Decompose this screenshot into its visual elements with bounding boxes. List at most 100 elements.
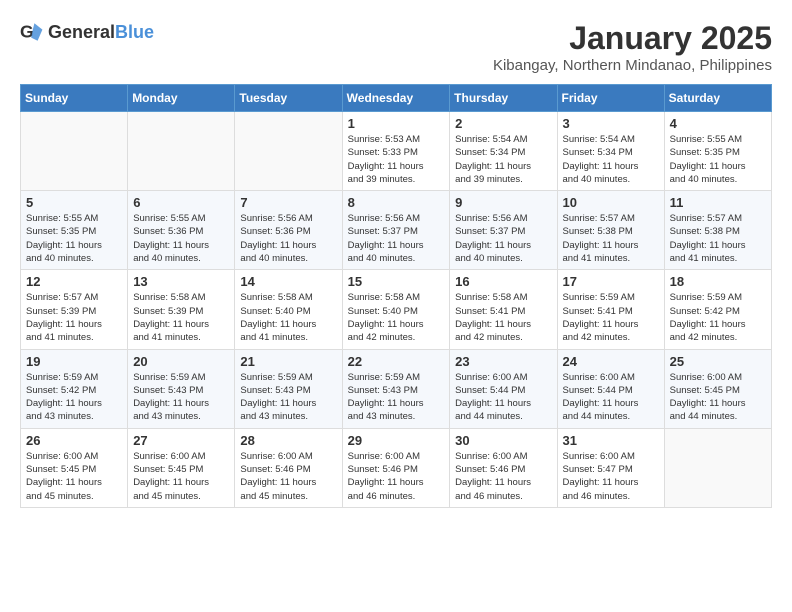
calendar-cell: 15Sunrise: 5:58 AM Sunset: 5:40 PM Dayli… xyxy=(342,270,450,349)
calendar-cell: 13 Sunrise: 5:58 AM Sunset: 5:39 PM Dayli… xyxy=(128,270,235,349)
calendar-week-row: 12Sunrise: 5:57 AM Sunset: 5:39 PM Dayli… xyxy=(21,270,772,349)
day-info: Sunrise: 5:59 AM Sunset: 5:43 PM Dayligh… xyxy=(348,371,445,424)
calendar-cell: 1Sunrise: 5:53 AM Sunset: 5:33 PM Daylig… xyxy=(342,112,450,191)
calendar-cell: 5 Sunrise: 5:55 AM Sunset: 5:35 PM Daylig… xyxy=(21,191,128,270)
day-info: Sunrise: 6:00 AM Sunset: 5:46 PM Dayligh… xyxy=(240,450,336,503)
calendar-cell: 2 Sunrise: 5:54 AM Sunset: 5:34 PM Daylig… xyxy=(450,112,557,191)
calendar-cell: 3 Sunrise: 5:54 AM Sunset: 5:34 PM Daylig… xyxy=(557,112,664,191)
day-number: 4 xyxy=(670,116,766,131)
day-number: 26 xyxy=(26,433,122,448)
day-info: Sunrise: 5:58 AM Sunset: 5:40 PM Dayligh… xyxy=(348,291,445,344)
calendar-cell xyxy=(21,112,128,191)
day-number: 13 xyxy=(133,274,229,289)
day-number: 17 xyxy=(563,274,659,289)
day-number: 2 xyxy=(455,116,551,131)
day-number: 7 xyxy=(240,195,336,210)
day-info: Sunrise: 5:53 AM Sunset: 5:33 PM Dayligh… xyxy=(348,133,445,186)
day-info: Sunrise: 5:58 AM Sunset: 5:39 PM Dayligh… xyxy=(133,291,229,344)
calendar-week-row: 26 Sunrise: 6:00 AM Sunset: 5:45 PM Dayli… xyxy=(21,428,772,507)
day-number: 12 xyxy=(26,274,122,289)
day-info: Sunrise: 6:00 AM Sunset: 5:46 PM Dayligh… xyxy=(455,450,551,503)
logo-general: General xyxy=(48,22,115,42)
day-info: Sunrise: 6:00 AM Sunset: 5:47 PM Dayligh… xyxy=(563,450,659,503)
day-info: Sunrise: 5:55 AM Sunset: 5:35 PM Dayligh… xyxy=(26,212,122,265)
day-number: 23 xyxy=(455,354,551,369)
calendar-cell xyxy=(664,428,771,507)
calendar-cell: 16 Sunrise: 5:58 AM Sunset: 5:41 PM Dayli… xyxy=(450,270,557,349)
calendar-cell: 20 Sunrise: 5:59 AM Sunset: 5:43 PM Dayli… xyxy=(128,349,235,428)
weekday-header-wednesday: Wednesday xyxy=(342,85,450,112)
day-number: 28 xyxy=(240,433,336,448)
day-number: 10 xyxy=(563,195,659,210)
calendar-table: SundayMondayTuesdayWednesdayThursdayFrid… xyxy=(20,84,772,508)
day-number: 30 xyxy=(455,433,551,448)
day-number: 16 xyxy=(455,274,551,289)
day-info: Sunrise: 5:59 AM Sunset: 5:43 PM Dayligh… xyxy=(240,371,336,424)
weekday-header-row: SundayMondayTuesdayWednesdayThursdayFrid… xyxy=(21,85,772,112)
day-info: Sunrise: 6:00 AM Sunset: 5:45 PM Dayligh… xyxy=(26,450,122,503)
day-number: 6 xyxy=(133,195,229,210)
calendar-cell: 31 Sunrise: 6:00 AM Sunset: 5:47 PM Dayli… xyxy=(557,428,664,507)
day-number: 18 xyxy=(670,274,766,289)
weekday-header-friday: Friday xyxy=(557,85,664,112)
weekday-header-tuesday: Tuesday xyxy=(235,85,342,112)
day-number: 11 xyxy=(670,195,766,210)
day-number: 9 xyxy=(455,195,551,210)
weekday-header-saturday: Saturday xyxy=(664,85,771,112)
day-info: Sunrise: 6:00 AM Sunset: 5:44 PM Dayligh… xyxy=(563,371,659,424)
day-number: 3 xyxy=(563,116,659,131)
calendar-cell: 26 Sunrise: 6:00 AM Sunset: 5:45 PM Dayli… xyxy=(21,428,128,507)
day-number: 8 xyxy=(348,195,445,210)
day-info: Sunrise: 5:59 AM Sunset: 5:43 PM Dayligh… xyxy=(133,371,229,424)
day-info: Sunrise: 5:56 AM Sunset: 5:36 PM Dayligh… xyxy=(240,212,336,265)
calendar-cell: 21Sunrise: 5:59 AM Sunset: 5:43 PM Dayli… xyxy=(235,349,342,428)
calendar-week-row: 1Sunrise: 5:53 AM Sunset: 5:33 PM Daylig… xyxy=(21,112,772,191)
day-info: Sunrise: 5:56 AM Sunset: 5:37 PM Dayligh… xyxy=(348,212,445,265)
calendar-cell: 25Sunrise: 6:00 AM Sunset: 5:45 PM Dayli… xyxy=(664,349,771,428)
logo-icon: G xyxy=(20,20,44,44)
calendar-week-row: 5 Sunrise: 5:55 AM Sunset: 5:35 PM Daylig… xyxy=(21,191,772,270)
day-number: 19 xyxy=(26,354,122,369)
day-info: Sunrise: 6:00 AM Sunset: 5:46 PM Dayligh… xyxy=(348,450,445,503)
day-info: Sunrise: 5:54 AM Sunset: 5:34 PM Dayligh… xyxy=(455,133,551,186)
day-info: Sunrise: 5:55 AM Sunset: 5:35 PM Dayligh… xyxy=(670,133,766,186)
day-number: 29 xyxy=(348,433,445,448)
day-info: Sunrise: 5:59 AM Sunset: 5:42 PM Dayligh… xyxy=(670,291,766,344)
header: G GeneralBlue January 2025 Kibangay, Nor… xyxy=(20,20,772,74)
calendar-cell xyxy=(128,112,235,191)
day-number: 27 xyxy=(133,433,229,448)
calendar-cell: 14Sunrise: 5:58 AM Sunset: 5:40 PM Dayli… xyxy=(235,270,342,349)
calendar-cell: 7 Sunrise: 5:56 AM Sunset: 5:36 PM Daylig… xyxy=(235,191,342,270)
calendar-cell: 11 Sunrise: 5:57 AM Sunset: 5:38 PM Dayli… xyxy=(664,191,771,270)
day-info: Sunrise: 5:54 AM Sunset: 5:34 PM Dayligh… xyxy=(563,133,659,186)
calendar-cell: 23 Sunrise: 6:00 AM Sunset: 5:44 PM Dayli… xyxy=(450,349,557,428)
day-info: Sunrise: 5:59 AM Sunset: 5:41 PM Dayligh… xyxy=(563,291,659,344)
weekday-header-sunday: Sunday xyxy=(21,85,128,112)
calendar-cell xyxy=(235,112,342,191)
calendar-cell: 29 Sunrise: 6:00 AM Sunset: 5:46 PM Dayli… xyxy=(342,428,450,507)
day-info: Sunrise: 5:55 AM Sunset: 5:36 PM Dayligh… xyxy=(133,212,229,265)
day-number: 25 xyxy=(670,354,766,369)
day-info: Sunrise: 6:00 AM Sunset: 5:44 PM Dayligh… xyxy=(455,371,551,424)
day-number: 14 xyxy=(240,274,336,289)
calendar-cell: 27Sunrise: 6:00 AM Sunset: 5:45 PM Dayli… xyxy=(128,428,235,507)
calendar-cell: 18 Sunrise: 5:59 AM Sunset: 5:42 PM Dayli… xyxy=(664,270,771,349)
day-number: 5 xyxy=(26,195,122,210)
calendar-subtitle: Kibangay, Northern Mindanao, Philippines xyxy=(493,57,772,74)
calendar-title: January 2025 xyxy=(493,20,772,57)
calendar-cell: 9Sunrise: 5:56 AM Sunset: 5:37 PM Daylig… xyxy=(450,191,557,270)
day-info: Sunrise: 5:57 AM Sunset: 5:38 PM Dayligh… xyxy=(670,212,766,265)
day-number: 31 xyxy=(563,433,659,448)
logo: G GeneralBlue xyxy=(20,20,154,44)
day-info: Sunrise: 5:58 AM Sunset: 5:41 PM Dayligh… xyxy=(455,291,551,344)
calendar-cell: 28 Sunrise: 6:00 AM Sunset: 5:46 PM Dayli… xyxy=(235,428,342,507)
calendar-cell: 8 Sunrise: 5:56 AM Sunset: 5:37 PM Daylig… xyxy=(342,191,450,270)
calendar-cell: 4 Sunrise: 5:55 AM Sunset: 5:35 PM Daylig… xyxy=(664,112,771,191)
day-number: 22 xyxy=(348,354,445,369)
weekday-header-monday: Monday xyxy=(128,85,235,112)
calendar-cell: 22 Sunrise: 5:59 AM Sunset: 5:43 PM Dayli… xyxy=(342,349,450,428)
day-info: Sunrise: 5:59 AM Sunset: 5:42 PM Dayligh… xyxy=(26,371,122,424)
calendar-cell: 24Sunrise: 6:00 AM Sunset: 5:44 PM Dayli… xyxy=(557,349,664,428)
day-number: 20 xyxy=(133,354,229,369)
calendar-cell: 12Sunrise: 5:57 AM Sunset: 5:39 PM Dayli… xyxy=(21,270,128,349)
